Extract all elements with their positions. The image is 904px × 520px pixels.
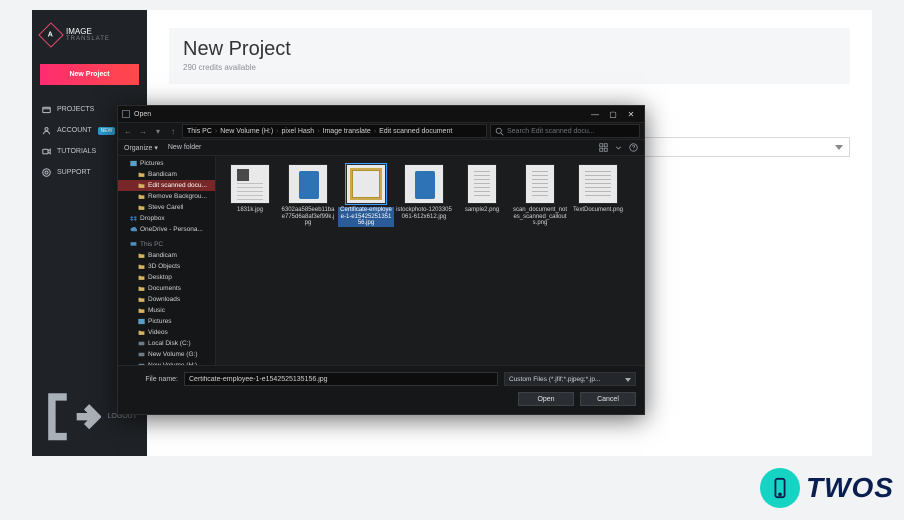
- file-thumbnail[interactable]: scan_document_notes_scanned_callouts.png: [512, 164, 568, 227]
- logout-icon: [42, 387, 101, 446]
- nav-label: PROJECTS: [57, 106, 94, 113]
- nav-label: ACCOUNT: [57, 127, 92, 134]
- organize-menu[interactable]: Organize ▾: [124, 144, 158, 152]
- page-header: New Project 290 credits available: [169, 28, 850, 84]
- minimize-button[interactable]: —: [586, 107, 604, 121]
- credits-remaining: 290 credits available: [183, 63, 836, 72]
- tree-item[interactable]: Steve Carell: [118, 202, 215, 213]
- search-icon: [495, 127, 504, 136]
- filetype-select[interactable]: Custom Files (*.jfif;*.pjpeg;*.jp...: [504, 372, 636, 386]
- folder-icon: [42, 105, 51, 114]
- page-title: New Project: [183, 38, 836, 61]
- dialog-titlebar[interactable]: Open — ▢ ✕: [118, 106, 644, 122]
- breadcrumb[interactable]: This PC› New Volume (H:)› pixel Hash› Im…: [182, 124, 487, 138]
- nav-forward-button[interactable]: →: [137, 127, 149, 136]
- search-input[interactable]: Search Edit scanned docu...: [490, 124, 640, 138]
- nav-label: SUPPORT: [57, 169, 91, 176]
- file-thumbnail[interactable]: TextDocument.png: [570, 164, 626, 227]
- filename-label: File name:: [126, 376, 178, 383]
- file-open-dialog: Open — ▢ ✕ ← → ▾ ↑ This PC› New Volume (…: [117, 105, 645, 415]
- nav-back-button[interactable]: ←: [122, 127, 134, 136]
- tree-item[interactable]: OneDrive - Persona...: [118, 224, 215, 235]
- new-project-button[interactable]: New Project: [40, 64, 139, 85]
- tree-item[interactable]: Local Disk (C:): [118, 338, 215, 349]
- brand-mark-icon: A: [38, 22, 63, 47]
- window-icon: [122, 110, 130, 118]
- file-grid[interactable]: 1831k.jpg6302aa585eeb11bae775d6a8af3ef99…: [216, 156, 644, 365]
- nav-label: TUTORIALS: [57, 148, 96, 155]
- brand-logo: A IMAGETRANSLATE: [32, 10, 147, 58]
- file-thumbnail[interactable]: sample2.png: [454, 164, 510, 227]
- tree-item[interactable]: Dropbox: [118, 213, 215, 224]
- maximize-button[interactable]: ▢: [604, 107, 622, 121]
- file-thumbnail[interactable]: istockphoto-1203305061-612x612.jpg: [396, 164, 452, 227]
- tree-item[interactable]: Remove Backgrou...: [118, 191, 215, 202]
- nav-up-button[interactable]: ↑: [167, 127, 179, 136]
- tree-item[interactable]: Pictures: [118, 316, 215, 327]
- dialog-title: Open: [134, 111, 586, 118]
- close-button[interactable]: ✕: [622, 107, 640, 121]
- nav-recent-button[interactable]: ▾: [152, 127, 164, 136]
- user-icon: [42, 126, 51, 135]
- tree-item[interactable]: Pictures: [118, 158, 215, 169]
- file-thumbnail[interactable]: Certificate-employee-1-e1542525135156.jp…: [338, 164, 394, 227]
- filename-input[interactable]: [184, 372, 498, 386]
- open-button[interactable]: Open: [518, 392, 574, 406]
- tree-item[interactable]: Documents: [118, 283, 215, 294]
- view-icons-button[interactable]: [599, 143, 608, 152]
- new-folder-button[interactable]: New folder: [168, 144, 201, 151]
- file-thumbnail[interactable]: 1831k.jpg: [222, 164, 278, 227]
- view-dropdown-button[interactable]: [614, 143, 623, 152]
- tree-item[interactable]: Downloads: [118, 294, 215, 305]
- watermark-phone-icon: [760, 468, 800, 508]
- tree-item[interactable]: Bandicam: [118, 169, 215, 180]
- tree-item[interactable]: Edit scanned docu...: [118, 180, 215, 191]
- tree-item[interactable]: 3D Objects: [118, 261, 215, 272]
- file-thumbnail[interactable]: 6302aa585eeb11bae775d6a8af3ef99k.jpg: [280, 164, 336, 227]
- video-icon: [42, 147, 51, 156]
- tree-item[interactable]: This PC: [118, 239, 215, 250]
- tree-item[interactable]: Desktop: [118, 272, 215, 283]
- watermark: TWOS: [760, 468, 894, 508]
- help-button[interactable]: [629, 143, 638, 152]
- new-badge: NEW: [98, 127, 116, 135]
- lifebuoy-icon: [42, 168, 51, 177]
- tree-item[interactable]: New Volume (G:): [118, 349, 215, 360]
- folder-tree[interactable]: PicturesBandicamEdit scanned docu...Remo…: [118, 156, 216, 365]
- tree-item[interactable]: Bandicam: [118, 250, 215, 261]
- brand-name: IMAGETRANSLATE: [66, 28, 110, 42]
- tree-item[interactable]: Videos: [118, 327, 215, 338]
- tree-item[interactable]: Music: [118, 305, 215, 316]
- cancel-button[interactable]: Cancel: [580, 392, 636, 406]
